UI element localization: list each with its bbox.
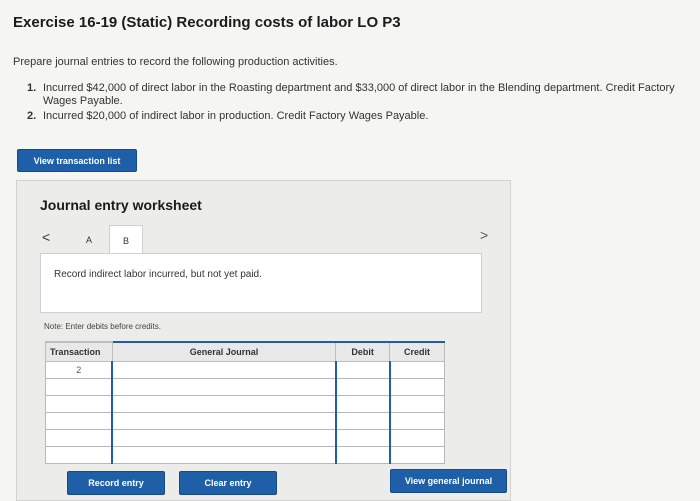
account-select[interactable]	[111, 377, 337, 396]
instructions: Prepare journal entries to record the fo…	[13, 56, 338, 68]
worksheet-title: Journal entry worksheet	[40, 197, 202, 213]
debit-input[interactable]	[334, 428, 391, 447]
item-text: Incurred $42,000 of direct labor in the …	[43, 82, 675, 107]
transaction-cell[interactable]	[45, 394, 113, 413]
account-select[interactable]	[111, 428, 337, 447]
item-text: Incurred $20,000 of indirect labor in pr…	[43, 110, 429, 122]
tab-b[interactable]: B	[109, 225, 143, 255]
debit-input[interactable]	[334, 445, 391, 464]
table-row	[45, 428, 445, 447]
entry-description: Record indirect labor incurred, but not …	[54, 269, 262, 280]
record-entry-button[interactable]: Record entry	[67, 471, 165, 495]
table-row	[45, 445, 445, 464]
transaction-cell[interactable]	[45, 411, 113, 430]
list-item: 2. Incurred $20,000 of indirect labor in…	[27, 110, 692, 123]
activity-list: 1. Incurred $42,000 of direct labor in t…	[27, 82, 692, 125]
journal-table: Transaction General Journal Debit Credit…	[45, 341, 445, 464]
chevron-right-icon[interactable]: >	[480, 227, 488, 243]
table-row	[45, 377, 445, 396]
credit-input[interactable]	[388, 394, 445, 413]
transaction-cell[interactable]	[45, 445, 113, 464]
debit-input[interactable]	[334, 411, 391, 430]
item-number: 1.	[27, 82, 37, 94]
table-header-row: Transaction General Journal Debit Credit	[45, 341, 445, 362]
journal-entry-worksheet: Journal entry worksheet < A B > Record i…	[16, 180, 511, 501]
debit-input[interactable]	[334, 360, 391, 379]
header-debit: Debit	[335, 341, 391, 362]
list-item: 1. Incurred $42,000 of direct labor in t…	[27, 82, 692, 108]
transaction-cell[interactable]	[45, 428, 113, 447]
clear-entry-button[interactable]: Clear entry	[179, 471, 277, 495]
item-number: 2.	[27, 110, 37, 122]
header-general-journal: General Journal	[111, 341, 337, 362]
view-transaction-list-button[interactable]: View transaction list	[17, 149, 137, 172]
debit-input[interactable]	[334, 394, 391, 413]
credit-input[interactable]	[388, 377, 445, 396]
debit-input[interactable]	[334, 377, 391, 396]
tab-panel: Record indirect labor incurred, but not …	[40, 253, 482, 313]
tab-a[interactable]: A	[72, 225, 106, 255]
view-general-journal-button[interactable]: View general journal	[390, 469, 507, 493]
account-select[interactable]	[111, 394, 337, 413]
account-select[interactable]	[111, 445, 337, 464]
header-credit: Credit	[389, 341, 445, 362]
table-row	[45, 411, 445, 430]
table-row	[45, 394, 445, 413]
account-select[interactable]	[111, 411, 337, 430]
table-row: 2	[45, 360, 445, 379]
credit-input[interactable]	[388, 445, 445, 464]
transaction-cell[interactable]: 2	[45, 360, 113, 379]
transaction-cell[interactable]	[45, 377, 113, 396]
credit-input[interactable]	[388, 411, 445, 430]
header-transaction: Transaction	[45, 341, 113, 362]
chevron-left-icon[interactable]: <	[42, 229, 50, 245]
note-text: Note: Enter debits before credits.	[44, 322, 161, 331]
credit-input[interactable]	[388, 360, 445, 379]
page-title: Exercise 16-19 (Static) Recording costs …	[13, 14, 401, 31]
account-select[interactable]	[111, 360, 337, 379]
credit-input[interactable]	[388, 428, 445, 447]
